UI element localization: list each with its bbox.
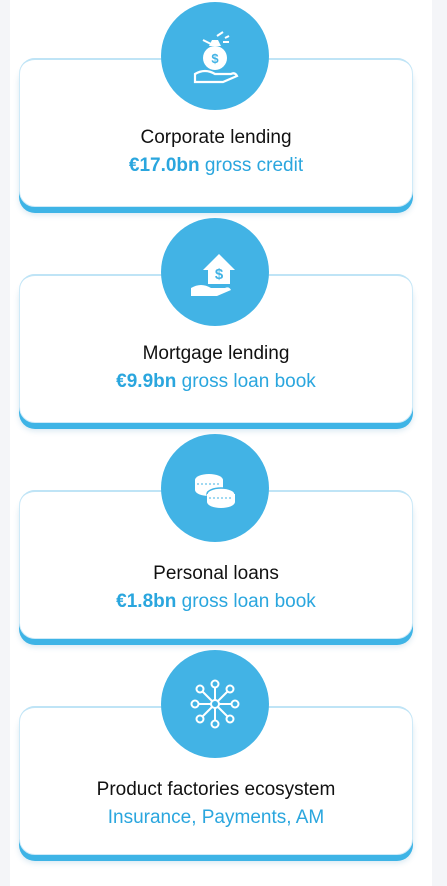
card-description: gross loan book — [181, 591, 316, 612]
card-value: €17.0bn — [128, 155, 200, 176]
coins-icon — [161, 434, 269, 542]
card-title: Corporate lending — [140, 127, 292, 148]
house-hand-icon: $ — [161, 218, 269, 326]
card-description: Insurance, Payments, AM — [107, 807, 325, 828]
money-bag-hand-icon: $ — [161, 2, 269, 110]
svg-text:$: $ — [215, 266, 224, 283]
card-metric: €17.0bn gross credit — [20, 155, 412, 177]
card-description: gross loan book — [181, 371, 316, 392]
card-title: Mortgage lending — [142, 343, 290, 364]
card-title: Product factories ecosystem — [96, 779, 336, 800]
card-title: Personal loans — [153, 563, 279, 584]
card-value: €1.8bn — [116, 591, 177, 612]
card-metric: €9.9bn gross loan book — [20, 371, 412, 393]
svg-text:$: $ — [211, 51, 219, 66]
card-value: €9.9bn — [116, 371, 177, 392]
card-metric: €1.8bn gross loan book — [20, 591, 412, 613]
card-description: gross credit — [204, 155, 304, 176]
network-icon — [161, 650, 269, 758]
